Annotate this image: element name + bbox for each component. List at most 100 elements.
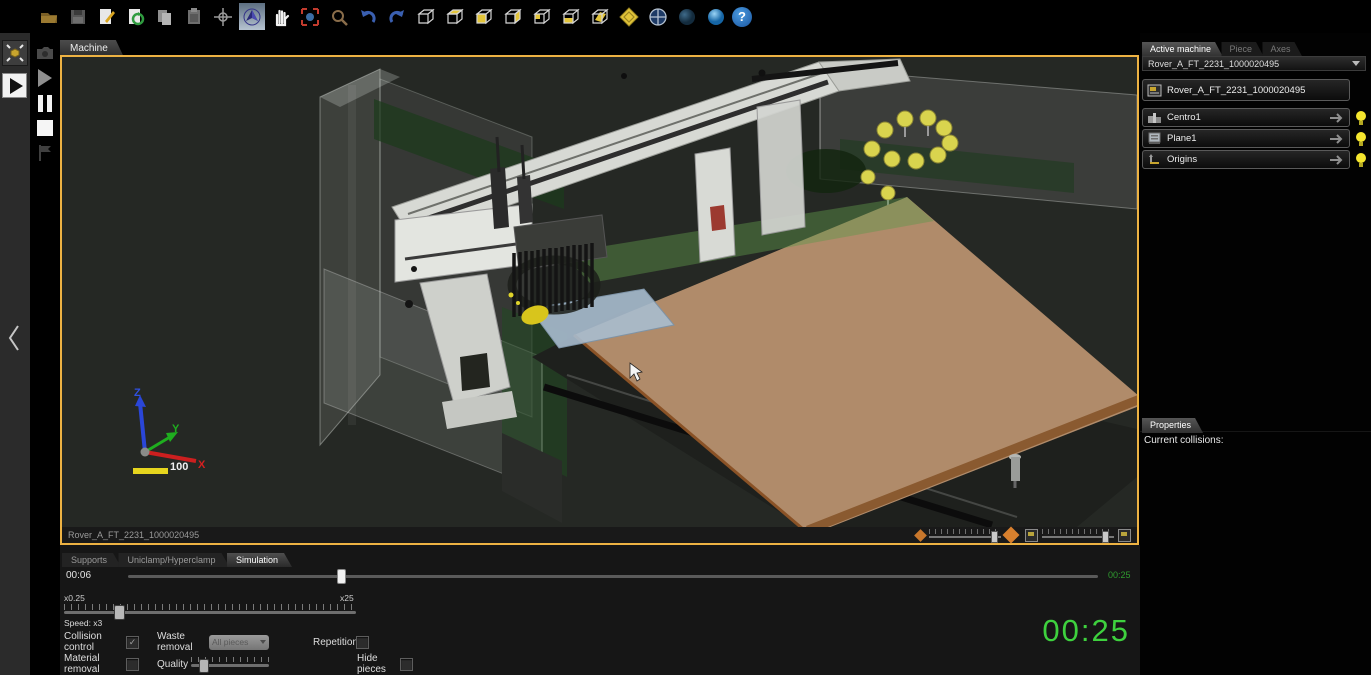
help-icon[interactable]: ?	[732, 7, 752, 27]
waste-removal-dropdown[interactable]: All pieces	[209, 635, 269, 650]
collapse-panel-chevron[interactable]	[2, 320, 26, 356]
axis-x-label: X	[198, 459, 205, 471]
piece-transparency-slider[interactable]	[929, 529, 1001, 541]
copy-icon[interactable]	[152, 3, 178, 30]
pause-button[interactable]	[34, 92, 56, 114]
arrow-right-icon[interactable]	[1329, 133, 1345, 145]
viewport-tabs: Machine	[60, 38, 124, 55]
quality-slider[interactable]	[191, 657, 269, 671]
flag-button[interactable]	[34, 142, 56, 164]
hide-pieces-label: Hide pieces	[357, 653, 400, 675]
view-top-icon[interactable]	[442, 3, 468, 30]
speed-value-label: Speed: x3	[64, 618, 102, 628]
edit-icon[interactable]	[94, 3, 120, 30]
quality-handle[interactable]	[199, 659, 209, 673]
speed-slider[interactable]	[64, 611, 356, 614]
timeline-slider[interactable]	[128, 575, 1098, 578]
tab-axes[interactable]: Axes	[1262, 42, 1302, 57]
refresh-document-icon[interactable]	[123, 3, 149, 30]
tab-properties[interactable]: Properties	[1142, 418, 1203, 433]
axis-triad-icon	[122, 387, 272, 487]
zoom-icon[interactable]	[326, 3, 352, 30]
speed-min-label: x0.25	[64, 593, 85, 603]
material-removal-checkbox[interactable]	[126, 658, 139, 671]
view-right-icon[interactable]	[529, 3, 555, 30]
visibility-bulb-icon[interactable]	[1355, 131, 1367, 147]
fit-cube-icon	[4, 42, 26, 64]
speed-max-label: x25	[340, 593, 354, 603]
flag-icon	[37, 144, 53, 162]
tab-uniclamp-hyperclamp[interactable]: Uniclamp/Hyperclamp	[118, 553, 229, 567]
snapshot-button[interactable]	[34, 42, 56, 64]
tree-item-label: Plane1	[1167, 133, 1324, 144]
fit-view-button[interactable]	[2, 40, 28, 66]
view-front-icon[interactable]	[471, 3, 497, 30]
collision-control-checkbox[interactable]	[126, 636, 139, 649]
tree-item-origins[interactable]: Origins	[1142, 150, 1350, 169]
play-button[interactable]	[34, 67, 56, 89]
redo-icon[interactable]	[384, 3, 410, 30]
tree-item-label: Origins	[1167, 154, 1324, 165]
chevron-down-icon	[260, 640, 266, 644]
rotate-view-icon[interactable]	[239, 3, 265, 30]
tab-active-machine[interactable]: Active machine	[1142, 42, 1223, 57]
paste-icon[interactable]	[181, 3, 207, 30]
simulation-timer: 00:25	[1042, 613, 1130, 649]
collision-control-label: Collision control	[64, 631, 126, 653]
speed-handle[interactable]	[114, 605, 125, 620]
piece-diamond-large-icon[interactable]	[1003, 527, 1020, 544]
open-icon[interactable]	[36, 3, 62, 30]
machine-mini-icon[interactable]	[1025, 529, 1038, 542]
view-axonometric-icon[interactable]	[413, 3, 439, 30]
arrow-right-icon[interactable]	[1329, 154, 1345, 166]
undo-icon[interactable]	[355, 3, 381, 30]
right-panel-tabs: Active machine Piece Axes	[1142, 39, 1296, 54]
save-icon[interactable]	[65, 3, 91, 30]
right-panel: Active machine Piece Axes Rover_A_FT_223…	[1140, 33, 1371, 675]
tree-item-centro1[interactable]: Centro1	[1142, 108, 1350, 127]
tab-piece[interactable]: Piece	[1221, 42, 1264, 57]
play-icon	[10, 78, 23, 94]
bottom-tabs: Supports Uniclamp/Hyperclamp Simulation	[62, 550, 285, 568]
visibility-bulb-icon[interactable]	[1355, 110, 1367, 126]
view-diamond-icon[interactable]	[616, 3, 642, 30]
axis-z-label: Z	[134, 387, 141, 399]
timeline-current-time: 00:06	[66, 570, 91, 581]
machine-mini-icon-2[interactable]	[1118, 529, 1131, 542]
machine-select-dropdown[interactable]: Rover_A_FT_2231_1000020495	[1142, 56, 1366, 71]
pan-icon[interactable]	[268, 3, 294, 30]
simulation-panel: Supports Uniclamp/Hyperclamp Simulation …	[60, 545, 1140, 675]
help-glyph: ?	[738, 9, 746, 24]
view-left-icon[interactable]	[500, 3, 526, 30]
center-origin-icon[interactable]	[210, 3, 236, 30]
visibility-bulb-icon[interactable]	[1355, 152, 1367, 168]
tree-item-label: Rover_A_FT_2231_1000020495	[1167, 85, 1345, 96]
current-collisions-label: Current collisions:	[1144, 435, 1223, 446]
zoom-window-icon[interactable]	[297, 3, 323, 30]
pause-icon	[38, 95, 52, 112]
render-shaded-icon[interactable]	[703, 3, 729, 30]
tab-supports[interactable]: Supports	[62, 553, 121, 567]
hide-pieces-checkbox[interactable]	[400, 658, 413, 671]
view-section-icon[interactable]	[587, 3, 613, 30]
play-icon	[38, 69, 52, 87]
origins-icon	[1147, 153, 1162, 166]
tree-item-machine[interactable]: Rover_A_FT_2231_1000020495	[1142, 79, 1350, 101]
timeline-handle[interactable]	[337, 569, 346, 584]
sphere-views-icon[interactable]	[645, 3, 671, 30]
axis-triad: Z Y X 100	[122, 387, 272, 487]
render-solid-icon[interactable]	[674, 3, 700, 30]
piece-transparency-control	[916, 529, 1017, 541]
quality-label: Quality	[157, 659, 187, 670]
machine-transparency-slider[interactable]	[1042, 529, 1114, 541]
simulation-play-button[interactable]	[2, 73, 27, 98]
arrow-right-icon[interactable]	[1329, 112, 1345, 124]
stop-button[interactable]	[34, 117, 56, 139]
tab-simulation[interactable]: Simulation	[227, 553, 292, 567]
repetitions-checkbox[interactable]	[356, 636, 369, 649]
tree-item-plane1[interactable]: Plane1	[1142, 129, 1350, 148]
piece-diamond-icon[interactable]	[914, 529, 927, 542]
material-removal-label: Material removal	[64, 653, 126, 675]
view-bottom-icon[interactable]	[558, 3, 584, 30]
stop-icon	[37, 120, 53, 136]
